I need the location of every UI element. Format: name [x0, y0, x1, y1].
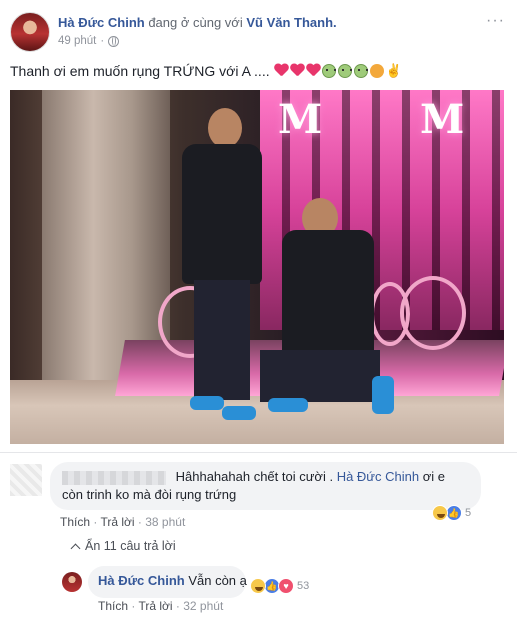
- author-name-link[interactable]: Hà Đức Chinh: [58, 15, 145, 30]
- emoji-row: ✌: [274, 64, 402, 78]
- commenter-avatar-blurred[interactable]: [10, 464, 42, 496]
- reply-like-link[interactable]: Thích: [98, 599, 128, 613]
- comment-like-link[interactable]: Thích: [60, 515, 90, 529]
- reply-timestamp[interactable]: 32 phút: [183, 599, 223, 613]
- post-header: Hà Đức Chinh đang ở cùng với Vũ Văn Than…: [10, 10, 507, 56]
- comment-reactions[interactable]: 👍 5: [432, 505, 471, 521]
- comment-timestamp[interactable]: 38 phút: [145, 515, 185, 529]
- author-line: Hà Đức Chinh đang ở cùng với Vũ Văn Than…: [58, 15, 337, 30]
- heart-icon: [290, 64, 304, 77]
- more-options-icon[interactable]: ···: [486, 12, 505, 30]
- post-meta: 49 phút ·: [58, 35, 120, 47]
- bicycle-wheel: [400, 276, 466, 350]
- reply-text: Vẫn còn ạ: [188, 573, 247, 588]
- comment-text-intro: Hâhhahahah chết toi cười .: [175, 469, 334, 484]
- heart-icon: [306, 64, 320, 77]
- author-avatar[interactable]: [10, 12, 50, 52]
- reply-reaction-count: 53: [297, 580, 310, 592]
- comment-reply-link[interactable]: Trả lời: [100, 515, 134, 529]
- photo-sign-letter: M: [278, 96, 323, 143]
- reply-reply-link[interactable]: Trả lời: [138, 599, 172, 613]
- chevron-up-icon: [70, 543, 81, 553]
- comment-mention-link[interactable]: Hà Đức Chinh: [337, 469, 419, 484]
- hide-replies-label: Ẩn 11 câu trả lời: [85, 539, 176, 553]
- face-icon: [337, 64, 352, 78]
- love-reaction-icon: ♥: [278, 578, 294, 594]
- face-icon: [353, 64, 368, 78]
- post-text: Thanh ơi em muốn rụng TRỨNG với A .... ✌: [10, 63, 402, 79]
- globe-icon[interactable]: [108, 35, 120, 47]
- post-separator: [0, 452, 517, 453]
- reply-author-link[interactable]: Hà Đức Chinh: [98, 573, 185, 588]
- photo-pillar: [42, 90, 170, 380]
- like-reaction-icon: 👍: [446, 505, 462, 521]
- tiger-icon: [369, 64, 384, 78]
- reply-reactions[interactable]: 👍 ♥ 53: [250, 578, 309, 594]
- haha-reaction-icon: [432, 505, 448, 521]
- with-text: đang ở cùng với: [148, 15, 243, 30]
- tagged-user-link[interactable]: Vũ Văn Thanh.: [246, 15, 336, 30]
- comment-bubble: Hâhhahahah chết toi cười . Hà Đức Chinh …: [50, 462, 481, 510]
- haha-reaction-icon: [250, 578, 266, 594]
- photo-sign-letter: M: [420, 96, 465, 143]
- reply-bubble: Hà Đức Chinh Vẫn còn ạ: [88, 566, 247, 598]
- hide-replies-link[interactable]: Ẩn 11 câu trả lời: [70, 539, 176, 553]
- post-photo[interactable]: M M: [10, 90, 504, 444]
- meta-separator: ·: [100, 35, 105, 47]
- face-icon: [321, 64, 336, 78]
- post-timestamp[interactable]: 49 phút: [58, 35, 96, 47]
- commenter-name-blurred[interactable]: [62, 470, 166, 485]
- post-body: Thanh ơi em muốn rụng TRỨNG với A ....: [10, 63, 270, 79]
- comment-reaction-count: 5: [465, 507, 472, 519]
- comment-actions: Thích · Trả lời · 38 phút: [60, 515, 186, 529]
- heart-icon: [274, 64, 288, 77]
- reply-actions: Thích · Trả lời · 32 phút: [98, 599, 224, 613]
- peace-hand-icon: ✌: [385, 63, 402, 78]
- reply-author-avatar[interactable]: [62, 572, 82, 592]
